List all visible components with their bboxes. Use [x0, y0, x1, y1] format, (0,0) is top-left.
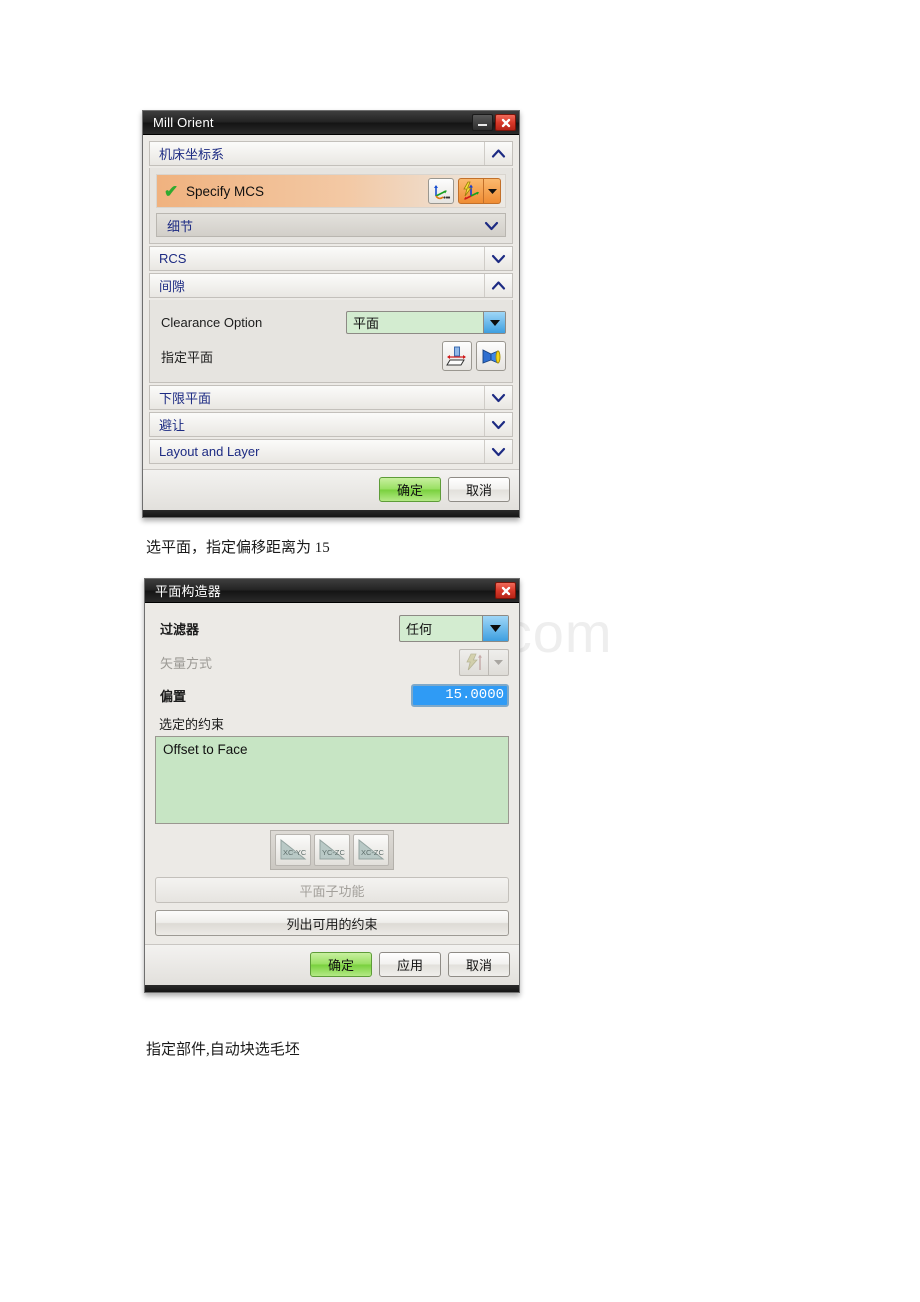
- specify-mcs-row[interactable]: ✔ Specify MCS: [156, 174, 506, 208]
- group-label-clearance: 间隙: [159, 279, 186, 294]
- apply-button[interactable]: 应用: [379, 952, 441, 977]
- csys-select-icon[interactable]: [428, 178, 454, 204]
- group-label-rcs: RCS: [159, 251, 187, 266]
- vector-method-row: 矢量方式: [155, 645, 509, 679]
- chevron-down-icon[interactable]: [484, 440, 512, 463]
- list-available-constraints-button[interactable]: 列出可用的约束: [155, 910, 509, 936]
- chevron-down-icon[interactable]: [484, 386, 512, 409]
- plane-constructor-icon[interactable]: [442, 341, 472, 371]
- vector-method-label: 矢量方式: [160, 655, 213, 671]
- minimize-icon[interactable]: [472, 114, 493, 131]
- panel-clearance: Clearance Option 平面 指定平面: [149, 300, 513, 383]
- ok-button[interactable]: 确定: [379, 477, 441, 502]
- filter-select[interactable]: 任何: [399, 614, 509, 642]
- filter-row: 过滤器 任何: [155, 611, 509, 645]
- selected-constraints-label: 选定的约束: [159, 717, 225, 732]
- chevron-up-icon[interactable]: [484, 274, 512, 297]
- plane-constructor-footer: 确定 应用 取消: [145, 944, 519, 985]
- plane-toggle-label: XC-YC: [283, 848, 307, 857]
- mill-orient-dialog: Mill Orient 机床坐标系 ✔ Specify MCS 细节 RCS 间…: [142, 110, 520, 518]
- cancel-button[interactable]: 取消: [448, 477, 510, 502]
- offset-value: 15.0000: [445, 687, 504, 703]
- offset-label: 偏置: [160, 688, 187, 704]
- group-header-clearance[interactable]: 间隙: [149, 273, 513, 298]
- yc-zc-plane-button: YC-ZC: [314, 834, 350, 866]
- clearance-option-value: 平面: [353, 315, 380, 331]
- group-label-lower-limit-plane: 下限平面: [159, 391, 212, 406]
- subgroup-details[interactable]: 细节: [156, 213, 506, 237]
- list-item[interactable]: Offset to Face: [163, 742, 501, 757]
- caption-select-plane: 选平面，指定偏移距离为 15: [146, 540, 330, 556]
- cancel-button[interactable]: 取消: [448, 952, 510, 977]
- ok-button[interactable]: 确定: [310, 952, 372, 977]
- group-header-avoidance[interactable]: 避让: [149, 412, 513, 437]
- clearance-option-label: Clearance Option: [161, 314, 263, 330]
- plane-toggle-label: YC-ZC: [322, 848, 345, 857]
- plane-constructor-dialog: 平面构造器 过滤器 任何 矢量方式 偏置 15.0000 选定的约束 Offse…: [144, 578, 520, 993]
- chevron-down-icon[interactable]: [484, 247, 512, 270]
- csys-dynamic-icon[interactable]: [458, 178, 484, 204]
- group-header-layout-and-layer[interactable]: Layout and Layer: [149, 439, 513, 464]
- close-icon[interactable]: [495, 582, 516, 599]
- plane-constructor-title: 平面构造器: [155, 584, 222, 599]
- group-header-rcs[interactable]: RCS: [149, 246, 513, 271]
- caption-specify-part: 指定部件,自动块选毛坯: [146, 1042, 300, 1058]
- mill-orient-body: 机床坐标系 ✔ Specify MCS 细节 RCS 间隙 Clearance …: [143, 135, 519, 464]
- xc-yc-plane-button: XC-YC: [275, 834, 311, 866]
- chevron-down-icon[interactable]: [477, 220, 505, 231]
- plane-subfunction-button: 平面子功能: [155, 877, 509, 903]
- specify-mcs-label: Specify MCS: [186, 183, 265, 199]
- close-icon[interactable]: [495, 114, 516, 131]
- plane-constructor-titlebar: 平面构造器: [145, 579, 519, 603]
- mill-orient-title: Mill Orient: [153, 115, 214, 130]
- panel-mcs: ✔ Specify MCS 细节: [149, 168, 513, 244]
- chevron-down-icon[interactable]: [484, 413, 512, 436]
- dialog-bottom-edge: [143, 510, 519, 517]
- xc-zc-plane-button: XC-ZC: [353, 834, 389, 866]
- group-header-lower-limit-plane[interactable]: 下限平面: [149, 385, 513, 410]
- specify-plane-row: 指定平面: [156, 338, 506, 374]
- group-header-mcs[interactable]: 机床坐标系: [149, 141, 513, 166]
- csys-dropdown-chevron-down-icon[interactable]: [484, 178, 501, 204]
- chevron-up-icon[interactable]: [484, 142, 512, 165]
- group-label-layout-and-layer: Layout and Layer: [159, 444, 260, 459]
- plane-constructor-body: 过滤器 任何 矢量方式 偏置 15.0000 选定的约束 Offset to F…: [145, 603, 519, 936]
- clearance-option-select[interactable]: 平面: [346, 310, 506, 334]
- mill-orient-footer: 确定 取消: [143, 469, 519, 510]
- offset-input[interactable]: 15.0000: [411, 683, 509, 707]
- specify-plane-label: 指定平面: [161, 349, 214, 365]
- subgroup-label-details: 细节: [167, 218, 194, 234]
- plane-toggle-tray: XC-YC YC-ZC XC-ZC: [270, 830, 394, 870]
- chevron-down-icon[interactable]: [482, 615, 508, 641]
- group-label-avoidance: 避让: [159, 418, 186, 433]
- offset-row: 偏置 15.0000: [155, 679, 509, 711]
- clearance-option-row: Clearance Option 平面: [156, 306, 506, 338]
- group-label-mcs: 机床坐标系: [159, 147, 225, 162]
- vector-inferred-icon: [459, 648, 489, 676]
- plane-toggle-label: XC-ZC: [361, 848, 384, 857]
- filter-label: 过滤器: [160, 621, 200, 637]
- selected-constraints-list[interactable]: Offset to Face: [155, 736, 509, 824]
- chevron-down-icon: [489, 648, 509, 676]
- check-icon: ✔: [164, 181, 179, 201]
- dialog-bottom-edge: [145, 985, 519, 992]
- flashlight-icon[interactable]: [476, 341, 506, 371]
- mill-orient-titlebar: Mill Orient: [143, 111, 519, 135]
- filter-value: 任何: [406, 621, 433, 637]
- chevron-down-icon[interactable]: [483, 311, 505, 333]
